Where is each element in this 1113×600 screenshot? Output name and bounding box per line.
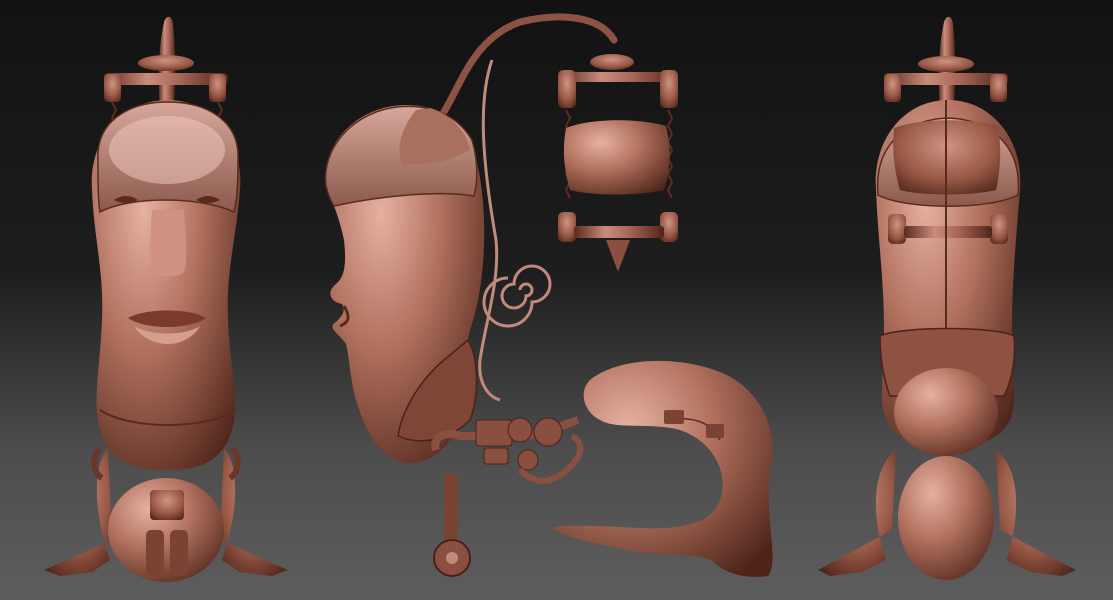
back-torso [898,456,994,580]
render-viewport [0,0,1113,600]
front-view-figure [44,16,288,582]
side-view-figure [324,13,773,577]
side-hanging-block [563,120,670,195]
side-cable [436,13,618,122]
back-view-figure [818,16,1076,580]
side-hanging-unit [558,54,678,272]
side-curled-body [552,360,773,577]
sculpture-turnaround [44,13,1076,582]
front-nose [149,210,187,277]
